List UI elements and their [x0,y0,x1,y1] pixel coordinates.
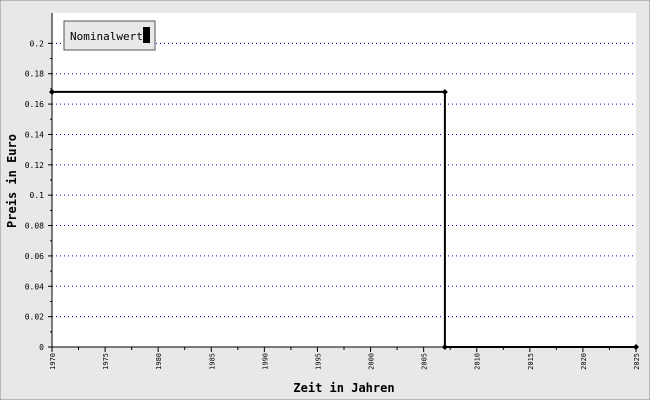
x-tick-label: 2010 [474,353,482,370]
legend-swatch [143,27,150,43]
y-tick-label: 0.02 [25,313,44,322]
legend: Nominalwert [63,20,156,51]
y-tick-label: 0.16 [25,100,44,109]
x-tick-label: 1990 [261,353,269,370]
y-axis-title: Preis in Euro [5,134,19,228]
x-tick-label: 2005 [421,353,429,370]
y-tick-label: 0 [39,343,44,352]
x-tick-label: 1985 [208,353,216,370]
y-tick-label: 0.06 [25,252,44,261]
x-tick-label: 1975 [102,353,110,370]
y-tick-label: 0.2 [30,39,45,48]
x-tick-label: 1970 [49,353,57,370]
x-tick-label: 2025 [633,353,641,370]
y-tick-label: 0.18 [25,70,44,79]
x-tick-label: 1995 [314,353,322,370]
chart: 0 0.02 0.04 0.06 0.08 0.1 0.12 0.14 0.16 0.18 0.2 … [0,0,650,401]
y-tick-label: 0.1 [30,191,45,200]
y-tick-label: 0.04 [25,282,44,291]
chart-svg: 00.020.040.060.080.10.120.140.160.180.2 … [0,0,650,401]
x-tick-label: 1980 [155,353,163,370]
legend-label: Nominalwert [70,30,143,43]
y-tick-label: 0.14 [25,130,44,139]
y-tick-label: 0.08 [25,222,44,231]
x-axis-title: Zeit in Jahren [293,381,394,395]
x-tick-label: 2015 [527,353,535,370]
x-tick-label: 2020 [580,353,588,370]
plot-area [52,13,636,347]
y-tick-label: 0.12 [25,161,44,170]
x-tick-label: 2000 [368,353,376,370]
